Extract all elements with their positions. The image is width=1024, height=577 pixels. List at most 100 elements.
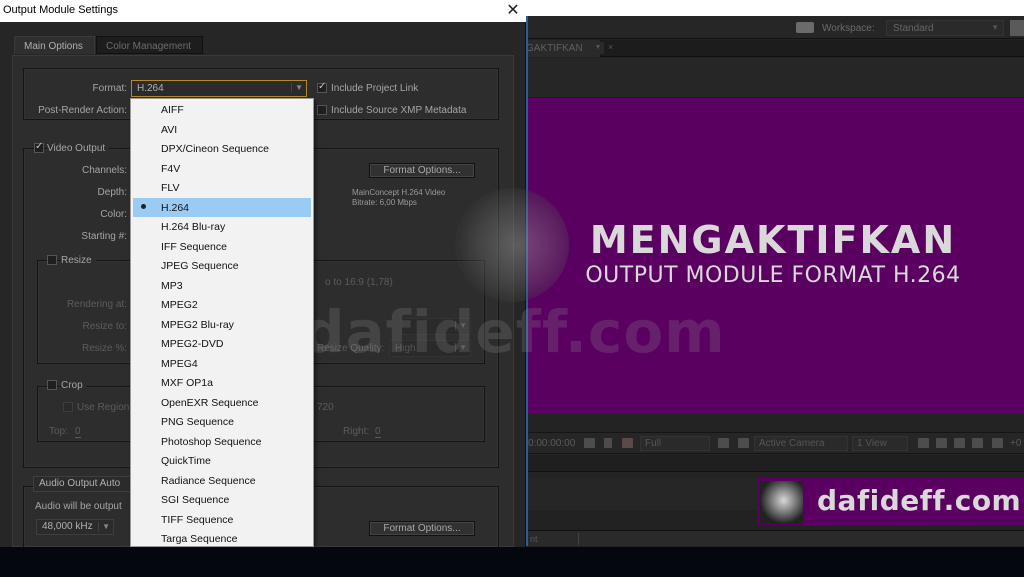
close-tab-icon[interactable]: × bbox=[608, 42, 613, 52]
format-select[interactable]: H.264 ▼ bbox=[131, 80, 307, 97]
channels-label: Channels: bbox=[81, 165, 127, 176]
format-label: Format: bbox=[92, 83, 127, 94]
format-option[interactable]: F4V bbox=[131, 159, 313, 179]
brand-text: dafideff.com bbox=[817, 484, 1022, 517]
camera-select[interactable]: Active Camera bbox=[754, 436, 848, 451]
format-option[interactable]: Radiance Sequence bbox=[131, 471, 313, 491]
exposure-reset-icon[interactable] bbox=[992, 438, 1003, 448]
format-option-label: SGI Sequence bbox=[161, 494, 230, 506]
tab-main-options[interactable]: Main Options bbox=[14, 36, 95, 54]
include-project-link-checkbox[interactable] bbox=[317, 81, 327, 93]
format-value: H.264 bbox=[137, 83, 164, 94]
sample-rate-select[interactable]: 48,000 kHz ▼ bbox=[36, 519, 114, 535]
format-option[interactable]: QuickTime bbox=[131, 451, 313, 471]
screen: Workspace: Standard ▼ GAKTIFKAN ▼ × MENG… bbox=[0, 0, 1024, 577]
view-layout-select[interactable]: 1 View bbox=[852, 436, 908, 451]
depth-label: Depth: bbox=[97, 187, 127, 198]
tab-color-management[interactable]: Color Management bbox=[96, 36, 203, 54]
timecode[interactable]: 0:00:00:00 bbox=[528, 438, 575, 449]
format-option[interactable]: MP3 bbox=[131, 276, 313, 296]
format-option[interactable]: SGI Sequence bbox=[131, 490, 313, 510]
audio-output-select[interactable]: Audio Output Auto bbox=[33, 476, 133, 492]
exposure-value[interactable]: +0 bbox=[1010, 438, 1021, 449]
format-option[interactable]: IFF Sequence bbox=[131, 237, 313, 257]
viewer-controls-bar: 0:00:00:00 Full Active Camera 1 View +0 bbox=[526, 432, 1024, 454]
use-region-checkbox[interactable] bbox=[63, 402, 73, 412]
format-option[interactable]: Targa Sequence bbox=[131, 529, 313, 549]
fast-previews-icon[interactable] bbox=[936, 438, 947, 448]
format-option[interactable]: JPEG Sequence bbox=[131, 256, 313, 276]
composition-tab[interactable]: GAKTIFKAN bbox=[526, 40, 600, 57]
chevron-down-icon: ▼ bbox=[455, 321, 467, 330]
include-project-link-label: Include Project Link bbox=[331, 83, 419, 94]
channel-icon[interactable] bbox=[622, 438, 633, 448]
format-option[interactable]: DPX/Cineon Sequence bbox=[131, 139, 313, 159]
codec-info: MainConcept H.264 Video Bitrate: 6,00 Mb… bbox=[352, 188, 445, 208]
audio-format-options-button[interactable]: Format Options... bbox=[369, 521, 475, 536]
aspect-ratio-text: o to 16:9 (1,78) bbox=[325, 277, 393, 288]
toggle-pixel-aspect-icon[interactable] bbox=[918, 438, 929, 448]
codec-bitrate: Bitrate: 6,00 Mbps bbox=[352, 198, 417, 207]
use-region-label: Use Region bbox=[77, 402, 130, 413]
workspace-select[interactable]: Standard ▼ bbox=[886, 20, 1004, 36]
format-option[interactable]: MPEG4 bbox=[131, 354, 313, 374]
format-option[interactable]: MPEG2 bbox=[131, 295, 313, 315]
video-format-options-button[interactable]: Format Options... bbox=[369, 163, 475, 178]
region-of-interest-icon[interactable] bbox=[718, 438, 729, 448]
format-option[interactable]: AIFF bbox=[131, 100, 313, 120]
app-titlebar bbox=[526, 0, 1024, 16]
panel-focus-border bbox=[526, 16, 528, 546]
codec-name: MainConcept H.264 Video bbox=[352, 188, 446, 197]
format-option-label: IFF Sequence bbox=[161, 240, 227, 253]
resize-checkbox[interactable] bbox=[47, 255, 57, 265]
format-option[interactable]: MPEG2 Blu-ray bbox=[131, 315, 313, 335]
format-option[interactable]: FLV bbox=[131, 178, 313, 198]
format-option[interactable]: H.264 Blu-ray bbox=[131, 217, 313, 237]
format-option-label: Radiance Sequence bbox=[161, 474, 256, 487]
video-output-checkbox[interactable] bbox=[34, 141, 44, 153]
include-xmp-checkbox[interactable] bbox=[317, 105, 327, 115]
search-icon[interactable] bbox=[1010, 20, 1024, 36]
timeline-tab-bar bbox=[526, 455, 1024, 472]
format-option-label: MPEG2 bbox=[161, 299, 198, 311]
chevron-down-icon: ▼ bbox=[98, 522, 110, 531]
close-icon[interactable]: ✕ bbox=[503, 1, 523, 21]
resolution-value: Full bbox=[645, 438, 662, 449]
sync-settings-icon[interactable] bbox=[796, 22, 814, 33]
format-option[interactable]: MXF OP1a bbox=[131, 373, 313, 393]
resize-quality-value: High bbox=[395, 343, 416, 354]
format-option-label: OpenEXR Sequence bbox=[161, 396, 259, 409]
flowchart-icon[interactable] bbox=[972, 438, 983, 448]
timeline-icon[interactable] bbox=[954, 438, 965, 448]
resolution-select[interactable]: Full bbox=[640, 436, 710, 451]
transparency-grid-icon[interactable] bbox=[738, 438, 749, 448]
composition-pasteboard bbox=[526, 58, 1024, 98]
format-option[interactable]: TIFF Sequence bbox=[131, 510, 313, 530]
tab-menu-icon[interactable]: ▼ bbox=[592, 42, 604, 54]
format-option-label: F4V bbox=[161, 162, 181, 175]
format-option[interactable]: Photoshop Sequence bbox=[131, 432, 313, 452]
status-bar: nt bbox=[526, 530, 1024, 546]
crop-right-value[interactable]: 0 bbox=[375, 426, 381, 438]
format-option-label: AIFF bbox=[161, 104, 184, 116]
resize-quality-select[interactable]: High ▼ bbox=[389, 340, 471, 357]
show-snapshot-icon[interactable] bbox=[604, 438, 612, 448]
letterbox-bar bbox=[0, 547, 1024, 577]
format-option-label: MPEG2 Blu-ray bbox=[161, 318, 234, 331]
format-dropdown-list[interactable]: AIFF AVI DPX/Cineon Sequence F4V FLV H.264 H.2… bbox=[130, 98, 314, 547]
resize-to-select[interactable]: ▼ bbox=[401, 318, 471, 335]
format-option[interactable]: H.264 bbox=[133, 197, 311, 217]
crop-top-value[interactable]: 0 bbox=[75, 426, 81, 438]
resize-label: Resize bbox=[61, 255, 96, 266]
crop-checkbox[interactable] bbox=[47, 380, 57, 390]
format-option[interactable]: AVI bbox=[131, 120, 313, 140]
format-option-label: H.264 Blu-ray bbox=[161, 221, 226, 233]
brand-badge: dafideff.com bbox=[757, 478, 1024, 525]
snapshot-icon[interactable] bbox=[584, 438, 595, 448]
format-option[interactable]: PNG Sequence bbox=[131, 412, 313, 432]
format-option-label: AVI bbox=[161, 123, 178, 136]
crop-top-label: Top: bbox=[49, 426, 68, 437]
status-text: nt bbox=[530, 534, 538, 544]
format-option[interactable]: OpenEXR Sequence bbox=[131, 393, 313, 413]
format-option[interactable]: MPEG2-DVD bbox=[131, 334, 313, 354]
